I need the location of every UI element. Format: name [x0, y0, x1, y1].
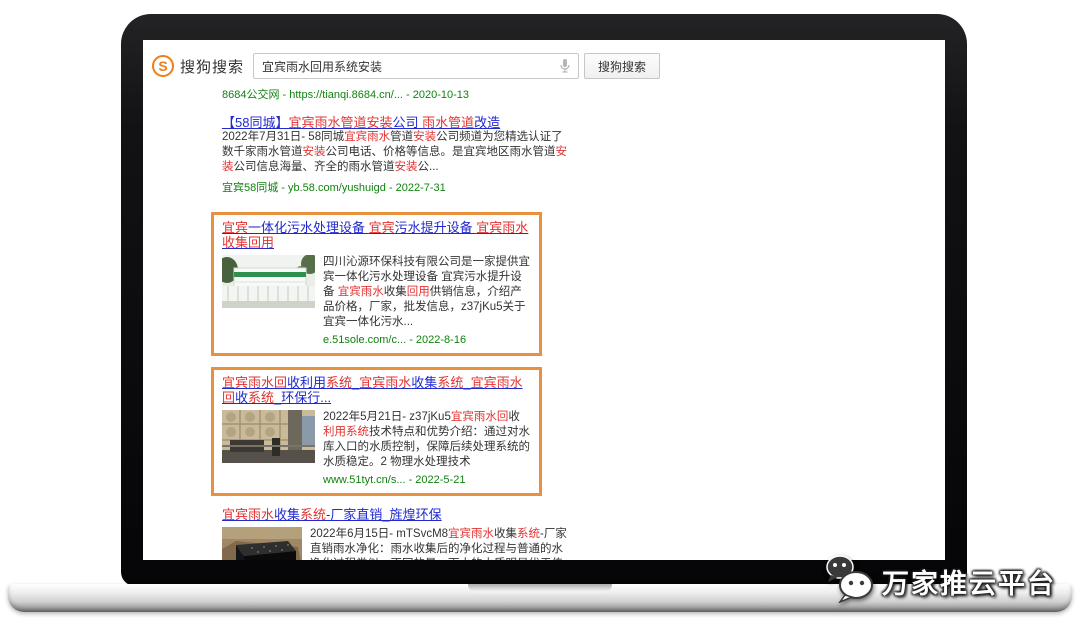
search-result-highlighted: 宜宾雨水回收利用系统_宜宾雨水收集系统_宜宾雨水回收系统_环保行...: [211, 367, 542, 496]
laptop-screen-bezel: S 搜狗搜索 搜狗搜索 8684公交网 - https://tianqi.868…: [121, 14, 967, 586]
search-result: 宜宾雨水收集系统-厂家直销_旌煌环保: [222, 507, 574, 560]
result-title-link[interactable]: 宜宾雨水收集系统-厂家直销_旌煌环保: [222, 507, 442, 522]
result-title: 宜宾雨水回收利用系统_宜宾雨水收集系统_宜宾雨水回收系统_环保行...: [222, 375, 531, 405]
search-results-list: 8684公交网 - https://tianqi.8684.cn/... - 2…: [143, 86, 574, 560]
sogou-logo-text[interactable]: 搜狗搜索: [180, 56, 244, 77]
search-button[interactable]: 搜狗搜索: [584, 53, 660, 79]
result-title-link[interactable]: 【58同城】宜宾雨水管道安装公司 雨水管道改造: [222, 115, 500, 130]
result-description: 2022年6月15日- mTSvcM8宜宾雨水收集系统-厂家直销雨水净化：雨水收…: [310, 527, 574, 560]
result-url: e.51sole.com/c... - 2022-8-16: [323, 334, 531, 346]
result-thumbnail-image[interactable]: [222, 410, 315, 486]
result-title: 宜宾一体化污水处理设备 宜宾污水提升设备 宜宾雨水收集回用: [222, 220, 531, 250]
result-url-partial: 8684公交网 - https://tianqi.8684.cn/... - 2…: [222, 86, 574, 102]
result-title-link[interactable]: 宜宾雨水回收利用系统_宜宾雨水收集系统_宜宾雨水回收系统_环保行...: [222, 375, 523, 405]
result-description: 四川沁源环保科技有限公司是一家提供宜宾一体化污水处理设备 宜宾污水提升设备 宜宾…: [323, 255, 531, 330]
search-result-highlighted: 宜宾一体化污水处理设备 宜宾污水提升设备 宜宾雨水收集回用: [211, 212, 542, 356]
result-description: 2022年5月21日- z37jKu5宜宾雨水回收利用系统技术特点和优势介绍：通…: [323, 410, 531, 470]
wechat-icon: [825, 555, 877, 608]
laptop-display: S 搜狗搜索 搜狗搜索 8684公交网 - https://tianqi.868…: [143, 40, 945, 560]
result-url: www.51tyt.cn/s... - 2022-5-21: [323, 474, 531, 486]
sogou-logo-icon[interactable]: S: [152, 55, 174, 77]
result-thumbnail-image[interactable]: [222, 527, 302, 560]
search-input[interactable]: [253, 53, 579, 79]
watermark-text: 万家推云平台: [882, 562, 1056, 601]
search-result: 【58同城】宜宾雨水管道安装公司 雨水管道改造 2022年7月31日- 58同城…: [222, 115, 574, 195]
result-title: 【58同城】宜宾雨水管道安装公司 雨水管道改造: [222, 115, 574, 130]
result-thumbnail-image[interactable]: [222, 255, 315, 346]
result-title: 宜宾雨水收集系统-厂家直销_旌煌环保: [222, 507, 574, 522]
laptop-base-notch: [468, 584, 612, 593]
search-box: [253, 53, 579, 79]
result-description: 2022年7月31日- 58同城宜宾雨水管道安装公司频道为您精选认证了数千家雨水…: [222, 130, 574, 175]
result-title-link[interactable]: 宜宾一体化污水处理设备 宜宾污水提升设备 宜宾雨水收集回用: [222, 220, 528, 250]
microphone-icon[interactable]: [559, 58, 571, 79]
watermark: 万家推云平台: [825, 555, 1056, 608]
result-url: 宜宾58同城 - yb.58.com/yushuigd - 2022-7-31: [222, 179, 574, 195]
search-header: S 搜狗搜索 搜狗搜索: [143, 40, 945, 85]
